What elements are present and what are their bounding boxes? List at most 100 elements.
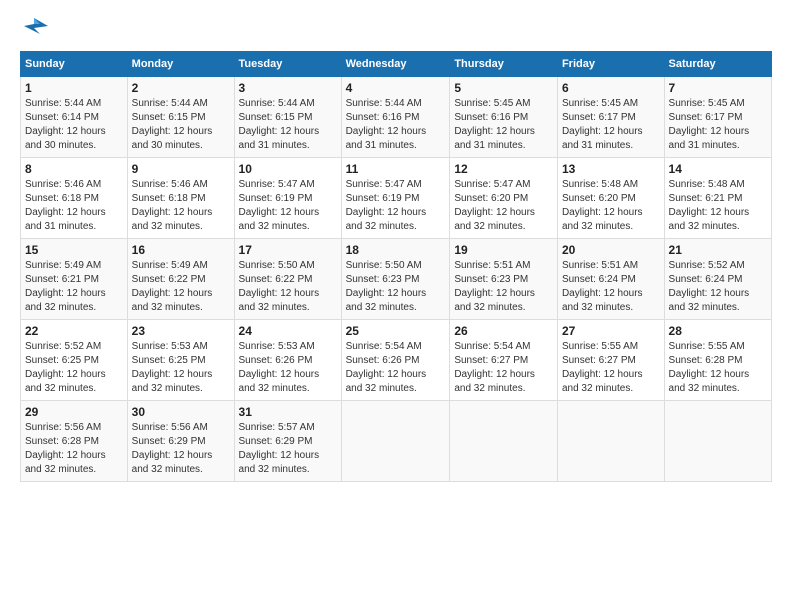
day-info: Sunrise: 5:51 AM Sunset: 6:23 PM Dayligh… [454,259,553,315]
day-info: Sunrise: 5:57 AM Sunset: 6:29 PM Dayligh… [239,421,337,477]
day-number: 16 [132,243,230,257]
calendar-cell: 18 Sunrise: 5:50 AM Sunset: 6:23 PM Dayl… [341,239,450,320]
day-info: Sunrise: 5:53 AM Sunset: 6:26 PM Dayligh… [239,340,337,396]
calendar-cell [450,401,558,482]
calendar-cell: 21 Sunrise: 5:52 AM Sunset: 6:24 PM Dayl… [664,239,771,320]
day-number: 22 [25,324,123,338]
calendar-cell: 8 Sunrise: 5:46 AM Sunset: 6:18 PM Dayli… [21,158,128,239]
calendar-header-row: SundayMondayTuesdayWednesdayThursdayFrid… [21,52,772,77]
day-number: 3 [239,81,337,95]
day-info: Sunrise: 5:47 AM Sunset: 6:19 PM Dayligh… [239,178,337,234]
day-number: 25 [346,324,446,338]
day-number: 11 [346,162,446,176]
calendar-cell: 24 Sunrise: 5:53 AM Sunset: 6:26 PM Dayl… [234,320,341,401]
week-row-5: 29 Sunrise: 5:56 AM Sunset: 6:28 PM Dayl… [21,401,772,482]
header-saturday: Saturday [664,52,771,77]
day-number: 30 [132,405,230,419]
day-number: 19 [454,243,553,257]
calendar-cell: 29 Sunrise: 5:56 AM Sunset: 6:28 PM Dayl… [21,401,128,482]
day-number: 17 [239,243,337,257]
calendar-cell: 7 Sunrise: 5:45 AM Sunset: 6:17 PM Dayli… [664,77,771,158]
day-info: Sunrise: 5:48 AM Sunset: 6:20 PM Dayligh… [562,178,660,234]
day-info: Sunrise: 5:44 AM Sunset: 6:15 PM Dayligh… [132,97,230,153]
header-wednesday: Wednesday [341,52,450,77]
day-info: Sunrise: 5:55 AM Sunset: 6:27 PM Dayligh… [562,340,660,396]
day-number: 9 [132,162,230,176]
calendar-cell: 17 Sunrise: 5:50 AM Sunset: 6:22 PM Dayl… [234,239,341,320]
day-info: Sunrise: 5:48 AM Sunset: 6:21 PM Dayligh… [669,178,767,234]
calendar-cell: 6 Sunrise: 5:45 AM Sunset: 6:17 PM Dayli… [557,77,664,158]
day-info: Sunrise: 5:45 AM Sunset: 6:17 PM Dayligh… [669,97,767,153]
day-number: 31 [239,405,337,419]
day-info: Sunrise: 5:45 AM Sunset: 6:16 PM Dayligh… [454,97,553,153]
week-row-1: 1 Sunrise: 5:44 AM Sunset: 6:14 PM Dayli… [21,77,772,158]
calendar-cell: 20 Sunrise: 5:51 AM Sunset: 6:24 PM Dayl… [557,239,664,320]
day-number: 27 [562,324,660,338]
day-info: Sunrise: 5:46 AM Sunset: 6:18 PM Dayligh… [25,178,123,234]
calendar-cell: 10 Sunrise: 5:47 AM Sunset: 6:19 PM Dayl… [234,158,341,239]
day-info: Sunrise: 5:47 AM Sunset: 6:20 PM Dayligh… [454,178,553,234]
calendar-cell: 13 Sunrise: 5:48 AM Sunset: 6:20 PM Dayl… [557,158,664,239]
week-row-2: 8 Sunrise: 5:46 AM Sunset: 6:18 PM Dayli… [21,158,772,239]
day-info: Sunrise: 5:52 AM Sunset: 6:24 PM Dayligh… [669,259,767,315]
day-number: 13 [562,162,660,176]
day-info: Sunrise: 5:44 AM Sunset: 6:15 PM Dayligh… [239,97,337,153]
calendar-cell: 14 Sunrise: 5:48 AM Sunset: 6:21 PM Dayl… [664,158,771,239]
calendar-cell: 4 Sunrise: 5:44 AM Sunset: 6:16 PM Dayli… [341,77,450,158]
day-info: Sunrise: 5:47 AM Sunset: 6:19 PM Dayligh… [346,178,446,234]
day-info: Sunrise: 5:44 AM Sunset: 6:16 PM Dayligh… [346,97,446,153]
day-number: 20 [562,243,660,257]
calendar-cell: 25 Sunrise: 5:54 AM Sunset: 6:26 PM Dayl… [341,320,450,401]
day-number: 2 [132,81,230,95]
day-info: Sunrise: 5:50 AM Sunset: 6:22 PM Dayligh… [239,259,337,315]
calendar-cell: 15 Sunrise: 5:49 AM Sunset: 6:21 PM Dayl… [21,239,128,320]
day-info: Sunrise: 5:46 AM Sunset: 6:18 PM Dayligh… [132,178,230,234]
day-info: Sunrise: 5:54 AM Sunset: 6:26 PM Dayligh… [346,340,446,396]
calendar-cell: 23 Sunrise: 5:53 AM Sunset: 6:25 PM Dayl… [127,320,234,401]
header [20,16,772,43]
calendar-cell: 16 Sunrise: 5:49 AM Sunset: 6:22 PM Dayl… [127,239,234,320]
day-info: Sunrise: 5:45 AM Sunset: 6:17 PM Dayligh… [562,97,660,153]
calendar-cell: 2 Sunrise: 5:44 AM Sunset: 6:15 PM Dayli… [127,77,234,158]
calendar-cell: 22 Sunrise: 5:52 AM Sunset: 6:25 PM Dayl… [21,320,128,401]
calendar-cell [341,401,450,482]
day-info: Sunrise: 5:56 AM Sunset: 6:29 PM Dayligh… [132,421,230,477]
calendar-cell: 5 Sunrise: 5:45 AM Sunset: 6:16 PM Dayli… [450,77,558,158]
day-number: 5 [454,81,553,95]
day-info: Sunrise: 5:49 AM Sunset: 6:21 PM Dayligh… [25,259,123,315]
day-number: 29 [25,405,123,419]
calendar-cell: 26 Sunrise: 5:54 AM Sunset: 6:27 PM Dayl… [450,320,558,401]
calendar-cell [557,401,664,482]
day-info: Sunrise: 5:51 AM Sunset: 6:24 PM Dayligh… [562,259,660,315]
calendar-cell: 11 Sunrise: 5:47 AM Sunset: 6:19 PM Dayl… [341,158,450,239]
calendar-cell: 30 Sunrise: 5:56 AM Sunset: 6:29 PM Dayl… [127,401,234,482]
header-monday: Monday [127,52,234,77]
calendar-cell [664,401,771,482]
day-number: 8 [25,162,123,176]
day-info: Sunrise: 5:55 AM Sunset: 6:28 PM Dayligh… [669,340,767,396]
day-info: Sunrise: 5:52 AM Sunset: 6:25 PM Dayligh… [25,340,123,396]
header-sunday: Sunday [21,52,128,77]
day-number: 1 [25,81,123,95]
day-info: Sunrise: 5:54 AM Sunset: 6:27 PM Dayligh… [454,340,553,396]
calendar-cell: 9 Sunrise: 5:46 AM Sunset: 6:18 PM Dayli… [127,158,234,239]
calendar-cell: 12 Sunrise: 5:47 AM Sunset: 6:20 PM Dayl… [450,158,558,239]
day-number: 6 [562,81,660,95]
calendar-cell: 27 Sunrise: 5:55 AM Sunset: 6:27 PM Dayl… [557,320,664,401]
day-number: 24 [239,324,337,338]
day-info: Sunrise: 5:50 AM Sunset: 6:23 PM Dayligh… [346,259,446,315]
day-number: 21 [669,243,767,257]
day-number: 7 [669,81,767,95]
day-number: 23 [132,324,230,338]
calendar-cell: 1 Sunrise: 5:44 AM Sunset: 6:14 PM Dayli… [21,77,128,158]
header-friday: Friday [557,52,664,77]
day-number: 28 [669,324,767,338]
calendar-cell: 19 Sunrise: 5:51 AM Sunset: 6:23 PM Dayl… [450,239,558,320]
week-row-4: 22 Sunrise: 5:52 AM Sunset: 6:25 PM Dayl… [21,320,772,401]
day-info: Sunrise: 5:56 AM Sunset: 6:28 PM Dayligh… [25,421,123,477]
calendar-cell: 3 Sunrise: 5:44 AM Sunset: 6:15 PM Dayli… [234,77,341,158]
day-info: Sunrise: 5:53 AM Sunset: 6:25 PM Dayligh… [132,340,230,396]
day-info: Sunrise: 5:49 AM Sunset: 6:22 PM Dayligh… [132,259,230,315]
calendar-table: SundayMondayTuesdayWednesdayThursdayFrid… [20,51,772,482]
day-number: 10 [239,162,337,176]
